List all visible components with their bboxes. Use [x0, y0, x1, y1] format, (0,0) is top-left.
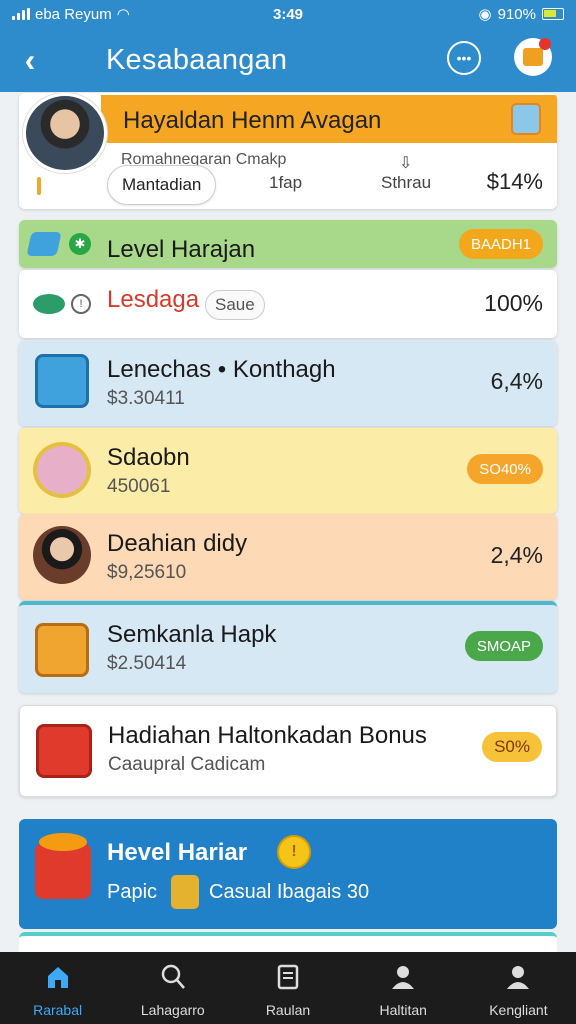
back-button[interactable]: ‹	[0, 28, 60, 92]
tab-mantadian[interactable]: Mantadian	[107, 165, 217, 205]
app-header: ‹ Kesabaangan •••	[0, 28, 576, 92]
row-subtitle: Caaupral Cadicam	[108, 754, 266, 775]
settings-icon: ✱	[69, 233, 91, 255]
bottom-nav: Rarabal Lahagarro Raulan Haltitan Kengli…	[0, 952, 576, 1024]
cube-icon	[35, 354, 89, 408]
profile-icon	[503, 962, 533, 992]
coin-icon: !	[277, 835, 311, 869]
signal-icon	[12, 8, 30, 20]
nav-raulan[interactable]: Raulan	[230, 952, 345, 1024]
level-title: Level Harajan	[107, 236, 256, 263]
list-item[interactable]: Lenechas • Konthagh $3.30411 6,4%	[19, 340, 557, 426]
nav-label: Haltitan	[379, 1002, 427, 1018]
nav-label: Raulan	[265, 1002, 311, 1018]
status-chip[interactable]: Saue	[205, 290, 265, 320]
row-subtitle: 450061	[107, 476, 171, 497]
ticket-icon	[26, 232, 62, 256]
download-icon: ⇩	[399, 155, 413, 172]
nav-lahagarro[interactable]: Lahagarro	[115, 952, 230, 1024]
battery-percent: 910%	[497, 5, 536, 23]
battery-icon	[542, 8, 564, 20]
row-badge[interactable]: S0%	[482, 732, 542, 762]
gift-box-icon	[36, 724, 92, 778]
row-badge[interactable]: SMOAP	[464, 631, 543, 661]
search-icon	[158, 962, 188, 992]
row-subtitle: $2.50414	[107, 653, 187, 674]
profile-name: Hayaldan Henm Avagan	[123, 107, 382, 134]
page-title: Kesabaangan	[106, 43, 288, 76]
row-title: Hadiahan Haltonkadan Bonus	[108, 722, 427, 749]
nav-label: Kengliant	[489, 1002, 548, 1018]
list-item[interactable]: Sdaobn 450061 SO40%	[19, 428, 557, 514]
list-item[interactable]: Semkanla Hapk $2.50414 SMOAP	[19, 601, 557, 693]
tab-sthrau[interactable]: Sthrau	[381, 173, 431, 193]
chevron-left-icon: ‹	[24, 41, 36, 78]
row-title: Lenechas • Konthagh	[107, 356, 336, 383]
row-value: 2,4%	[490, 542, 543, 568]
list-item[interactable]: Hadiahan Haltonkadan Bonus Caaupral Cadi…	[19, 705, 557, 797]
user-avatar	[33, 526, 91, 584]
level-badge[interactable]: BAADH1	[458, 229, 543, 259]
nav-label: Rarabal	[33, 1002, 83, 1018]
clock: 3:49	[272, 5, 304, 23]
list-item[interactable]: Deahian didy $9,25610 2,4%	[19, 514, 557, 600]
profile-card: Hayaldan Henm Avagan Romahnegaran Cmakp …	[19, 93, 557, 209]
row-subtitle: $9,25610	[107, 562, 187, 583]
info-icon: !	[71, 294, 91, 314]
row-subtitle: $3.30411	[107, 388, 185, 409]
row-badge[interactable]: SO40%	[467, 454, 543, 484]
row-title: Lesdaga	[107, 286, 200, 313]
row-value: 6,4%	[490, 368, 543, 394]
box-icon	[511, 103, 541, 135]
jar-icon	[171, 875, 199, 909]
promo-card[interactable]: Hevel Hariar ! Papic Casual Ibagais 30	[19, 819, 557, 929]
tab-1fap[interactable]: 1fap	[269, 173, 302, 193]
next-card-peek	[19, 932, 557, 952]
nav-rarabal[interactable]: Rarabal	[0, 952, 115, 1024]
row-value: 100%	[484, 290, 543, 316]
promo-title: Hevel Hariar	[107, 839, 248, 866]
alarm-icon: ◉	[478, 6, 492, 23]
row-title: Deahian didy	[107, 530, 248, 557]
nav-haltitan[interactable]: Haltitan	[346, 952, 461, 1024]
coin-bag-icon	[33, 442, 91, 498]
profile-banner: Hayaldan Henm Avagan	[101, 95, 557, 143]
home-icon	[43, 962, 73, 992]
person-icon	[388, 962, 418, 992]
gift-button[interactable]	[514, 38, 552, 76]
promo-subtitle: Papic	[107, 881, 158, 903]
row-title: Semkanla Hapk	[107, 621, 277, 648]
chat-button[interactable]: •••	[447, 41, 481, 75]
promo-subtitle-2: Casual Ibagais 30	[209, 881, 370, 903]
gift-icon	[523, 38, 551, 66]
list-item[interactable]: ! Lesdaga Saue 100%	[19, 270, 557, 338]
basket-icon	[35, 833, 91, 899]
avatar[interactable]	[23, 93, 107, 173]
nav-kengliant[interactable]: Kengliant	[461, 952, 576, 1024]
row-title: Sdaobn	[107, 444, 190, 471]
document-icon	[273, 962, 303, 992]
treasure-box-icon	[35, 623, 89, 677]
accent-mark	[37, 177, 41, 195]
nav-label: Lahagarro	[140, 1002, 205, 1018]
level-section-header: ✱ Level Harajan BAADH1	[19, 220, 557, 268]
wifi-icon: ◠	[116, 6, 130, 23]
carrier-label: eba Reyum	[35, 5, 112, 23]
profile-value: $14%	[486, 169, 543, 194]
coin-icon	[33, 294, 65, 314]
chat-bubble-icon: •••	[456, 50, 472, 66]
status-bar: eba Reyum ◠ 3:49 ◉ 910%	[0, 0, 576, 28]
